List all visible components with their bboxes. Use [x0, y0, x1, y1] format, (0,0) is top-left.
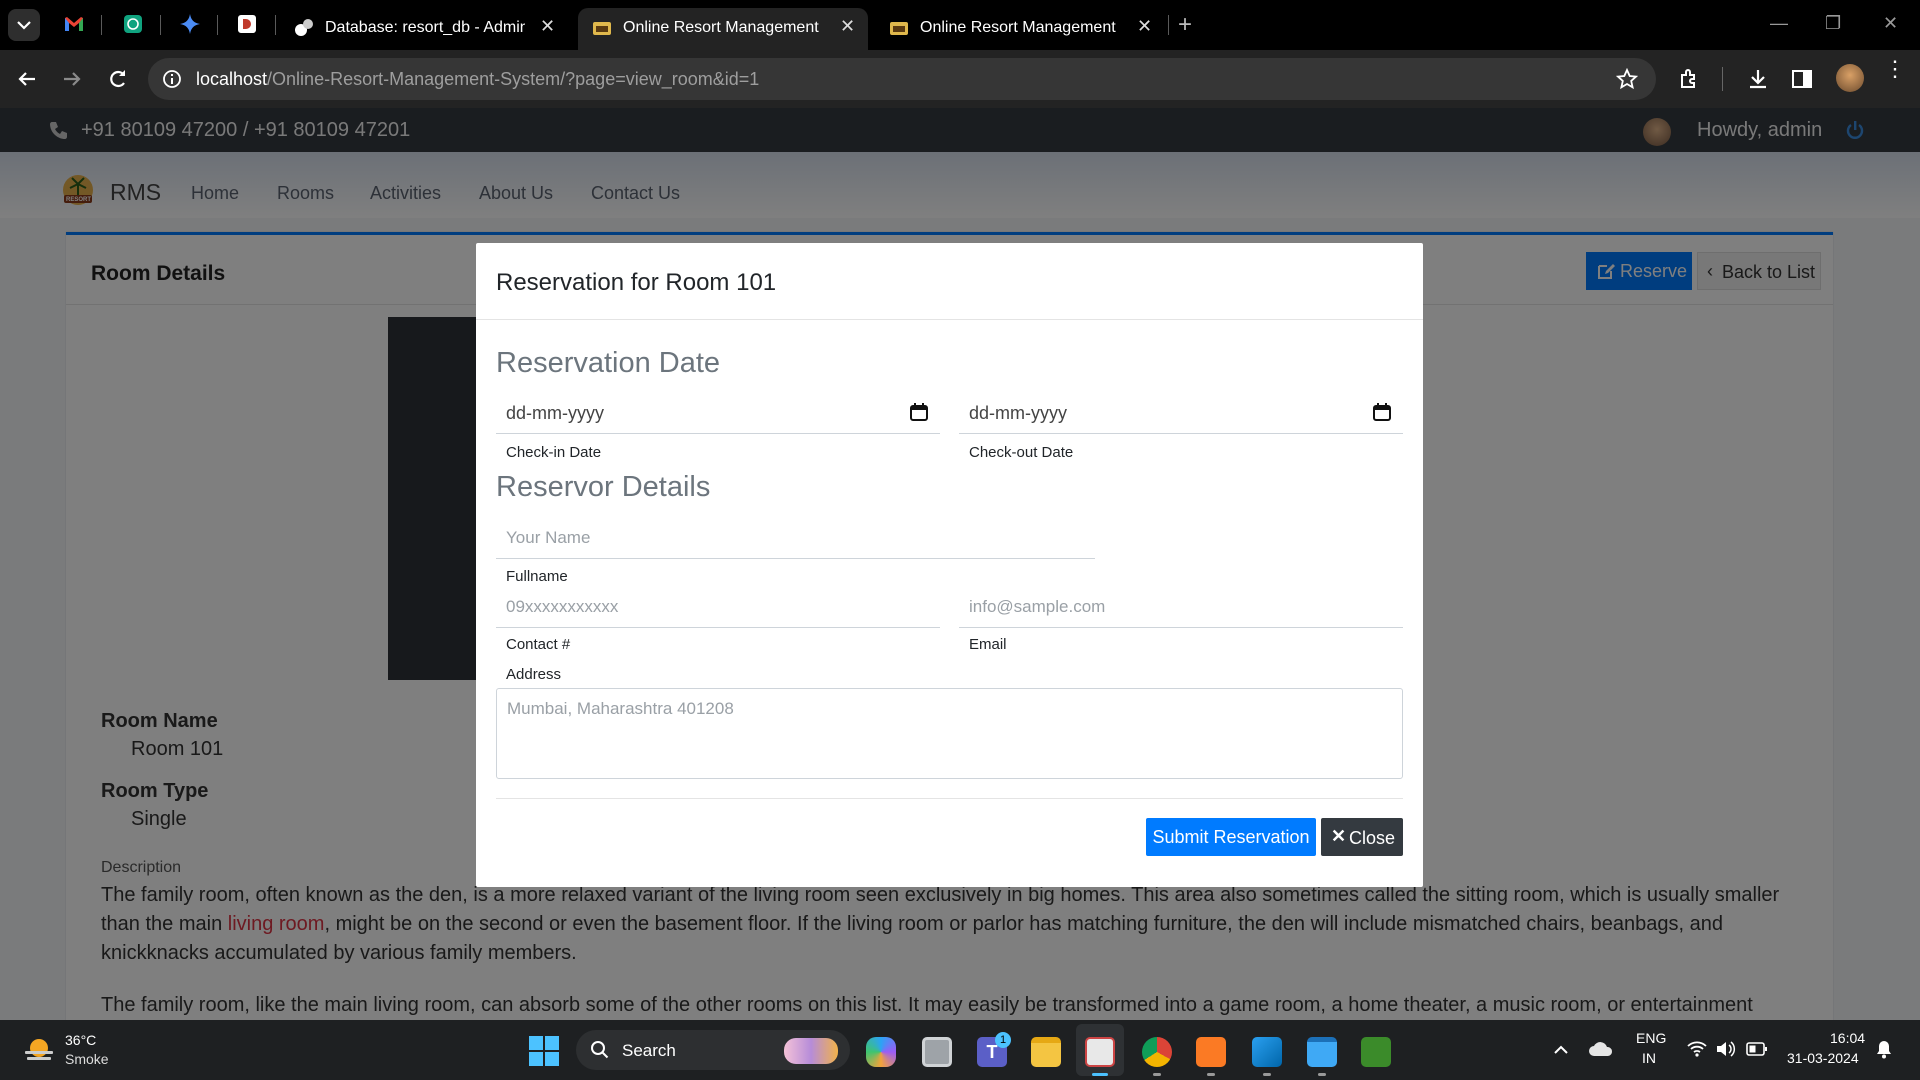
profile-avatar[interactable]	[1836, 64, 1864, 92]
tab-title: Database: resort_db - Adminer	[325, 19, 525, 36]
resort-favicon-icon	[593, 22, 611, 35]
chatgpt-icon	[124, 15, 142, 33]
reload-icon[interactable]	[106, 67, 130, 91]
email-caption: Email	[969, 636, 1007, 653]
file-explorer-app-icon[interactable]	[1031, 1037, 1061, 1067]
email-input[interactable]	[959, 587, 1403, 628]
file-stack-app-icon[interactable]	[922, 1037, 952, 1067]
gemini-star-icon	[180, 14, 200, 34]
adminer-favicon-icon	[295, 19, 313, 36]
menu-kebab-icon[interactable]: ⋮	[1884, 58, 1906, 80]
calendar-icon[interactable]	[910, 403, 928, 421]
browser-tab-strip: Database: resort_db - Adminer ✕ Online R…	[0, 0, 1920, 50]
windows-start-icon[interactable]	[529, 1036, 559, 1066]
bookmark-star-icon[interactable]	[1616, 68, 1638, 90]
checkin-caption: Check-in Date	[506, 444, 602, 461]
chevron-up-icon[interactable]	[1552, 1041, 1570, 1059]
search-icon	[591, 1041, 609, 1059]
checkout-caption: Check-out Date	[969, 444, 1074, 461]
address-bar[interactable]: localhost/Online-Resort-Management-Syste…	[148, 58, 1656, 100]
chrome-app-icon[interactable]	[1142, 1037, 1172, 1067]
tab-title: Online Resort Management Sys	[623, 19, 823, 36]
language-top[interactable]: ENG	[1636, 1030, 1666, 1046]
gmail-pinned-tab[interactable]	[64, 14, 84, 34]
site-info-icon[interactable]	[162, 69, 182, 89]
back-arrow-icon[interactable]	[15, 67, 39, 91]
tab-search-button[interactable]	[8, 9, 40, 41]
weather-condition: Smoke	[65, 1051, 109, 1067]
address-caption: Address	[506, 666, 562, 683]
notification-bell-icon[interactable]	[1875, 1039, 1893, 1059]
snipping-tool-app-icon[interactable]	[1085, 1037, 1115, 1067]
restore-button[interactable]: ❐	[1825, 13, 1841, 34]
volume-icon[interactable]	[1715, 1040, 1737, 1058]
resort-favicon-icon	[890, 22, 908, 35]
submit-reservation-button[interactable]: Submit Reservation	[1146, 818, 1316, 856]
gmail-icon	[65, 17, 83, 31]
address-textarea[interactable]	[496, 688, 1403, 779]
close-icon[interactable]: ✕	[840, 16, 855, 37]
download-icon[interactable]	[1746, 67, 1770, 91]
close-icon[interactable]: ✕	[540, 16, 555, 37]
contact-input[interactable]	[496, 587, 940, 628]
notepad-app-icon[interactable]	[1307, 1037, 1337, 1067]
pinned-tab[interactable]	[237, 14, 257, 34]
window-close-button[interactable]: ✕	[1883, 13, 1898, 34]
language-bottom[interactable]: IN	[1642, 1050, 1656, 1066]
modal-header: Reservation for Room 101	[476, 243, 1423, 320]
wifi-icon[interactable]	[1687, 1040, 1707, 1058]
minimize-button[interactable]: —	[1770, 13, 1788, 34]
browser-toolbar: localhost/Online-Resort-Management-Syste…	[0, 50, 1920, 108]
close-button[interactable]: ✕ Close	[1321, 818, 1403, 856]
onedrive-cloud-icon[interactable]	[1588, 1039, 1614, 1059]
tab-title: Online Resort Management Sys	[920, 19, 1120, 36]
fullname-caption: Fullname	[506, 568, 568, 585]
clock-time[interactable]: 16:04	[1830, 1030, 1865, 1046]
modal-title: Reservation for Room 101	[496, 269, 777, 296]
reservor-details-heading: Reservor Details	[496, 471, 711, 503]
close-x-icon: ✕	[1331, 826, 1347, 846]
chatgpt-pinned-tab[interactable]	[123, 14, 143, 34]
app-icon	[238, 15, 256, 33]
tab-resort[interactable]: Online Resort Management Sys ✕	[875, 8, 1165, 50]
image-editor-app-icon[interactable]	[1361, 1037, 1391, 1067]
temperature: 36°C	[65, 1032, 97, 1048]
search-label: Search	[622, 1041, 676, 1060]
checkout-date-input[interactable]: dd-mm-yyyy	[959, 393, 1403, 434]
tab-resort-active[interactable]: Online Resort Management Sys ✕	[578, 8, 868, 50]
chevron-down-icon	[17, 21, 31, 30]
battery-icon[interactable]	[1746, 1041, 1768, 1057]
taskbar-search-box[interactable]: Search	[576, 1030, 850, 1070]
xampp-app-icon[interactable]	[1196, 1037, 1226, 1067]
url-text[interactable]: localhost/Online-Resort-Management-Syste…	[196, 69, 759, 90]
contact-caption: Contact #	[506, 636, 571, 653]
windows-taskbar: 36°C Smoke Search T 1 ENG IN 16:04 31-03…	[0, 1020, 1920, 1080]
close-icon[interactable]: ✕	[1137, 16, 1152, 37]
reservation-modal: Reservation for Room 101 Reservation Dat…	[476, 243, 1423, 887]
clock-date[interactable]: 31-03-2024	[1787, 1050, 1859, 1066]
gemini-pinned-tab[interactable]	[180, 14, 200, 34]
forward-arrow-icon[interactable]	[60, 67, 84, 91]
search-highlight-art	[784, 1038, 838, 1064]
reservation-date-heading: Reservation Date	[496, 347, 721, 379]
copilot-app-icon[interactable]	[866, 1037, 896, 1067]
checkin-date-input[interactable]: dd-mm-yyyy	[496, 393, 940, 434]
extensions-icon[interactable]	[1678, 67, 1702, 91]
vscode-app-icon[interactable]	[1252, 1037, 1282, 1067]
teams-badge: 1	[995, 1032, 1011, 1048]
calendar-icon[interactable]	[1373, 403, 1391, 421]
new-tab-button[interactable]: +	[1178, 11, 1192, 39]
tab-adminer[interactable]: Database: resort_db - Adminer ✕	[280, 8, 570, 50]
side-panel-icon[interactable]	[1790, 67, 1814, 91]
modal-divider	[496, 798, 1403, 799]
weather-widget[interactable]: 36°C Smoke	[20, 1030, 140, 1072]
active-app-indicator	[1092, 1073, 1108, 1076]
weather-haze-icon	[25, 1039, 53, 1060]
fullname-input[interactable]	[496, 518, 1095, 559]
